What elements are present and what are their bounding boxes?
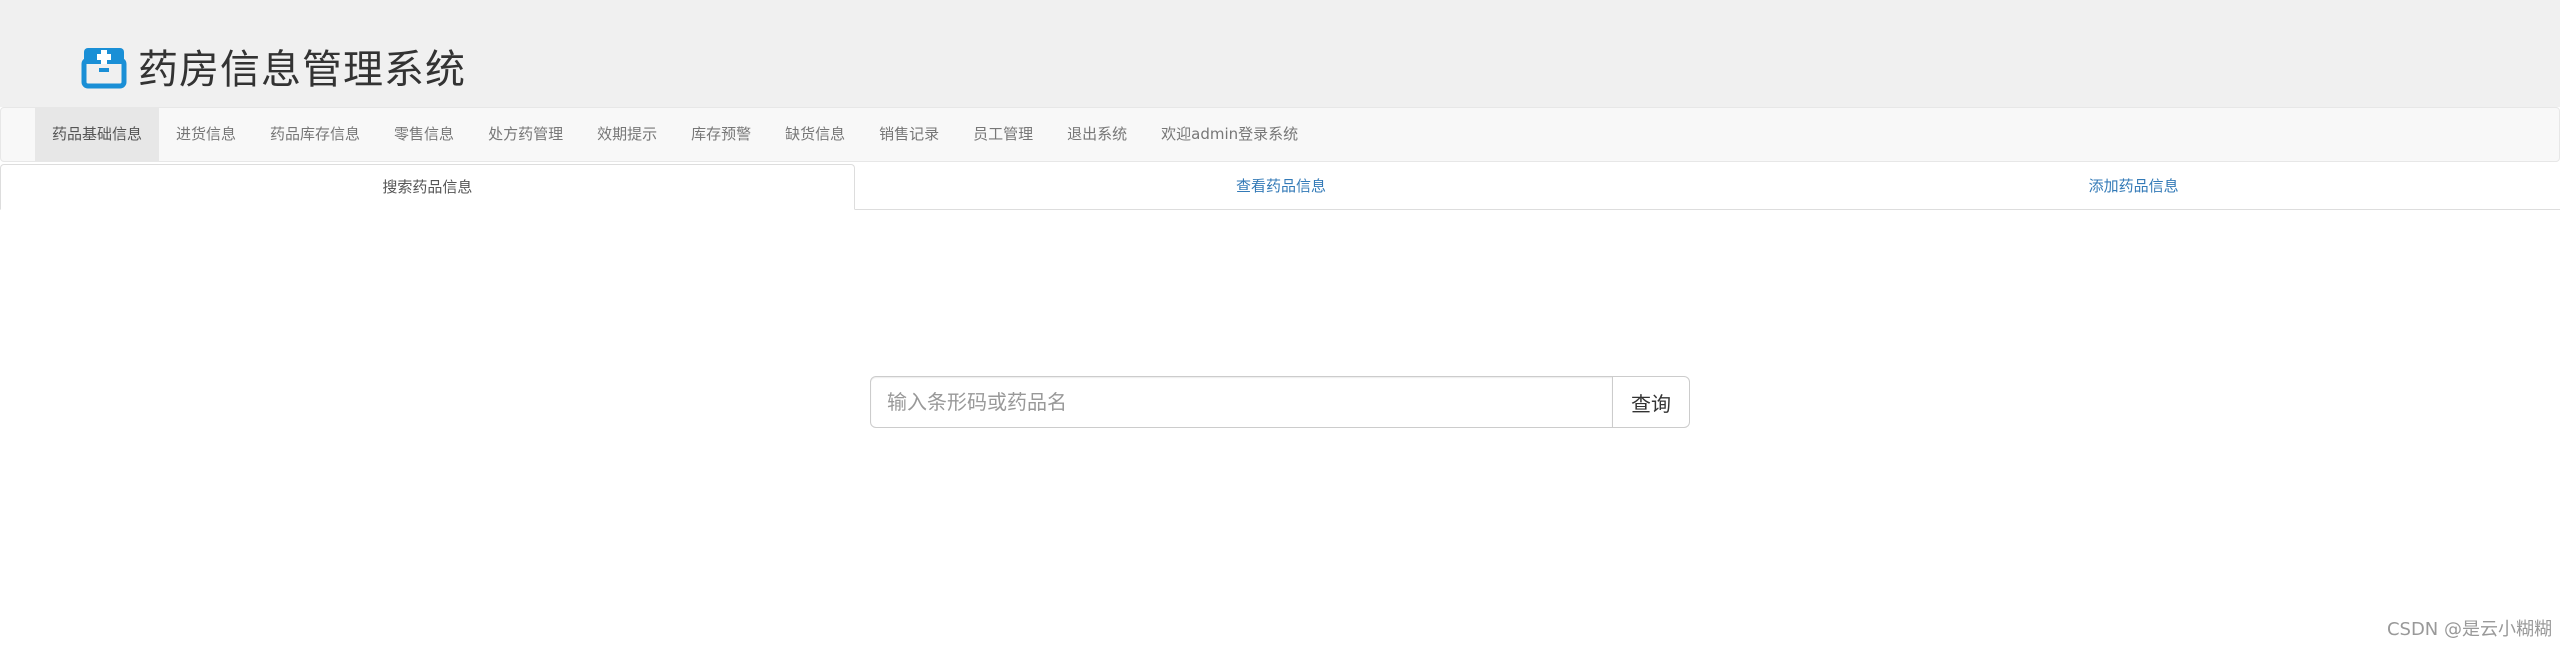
tab-bar: 搜索药品信息 查看药品信息 添加药品信息 (0, 164, 2560, 210)
nav-item-retail-info[interactable]: 零售信息 (377, 108, 471, 161)
nav-item-sales-records[interactable]: 销售记录 (862, 108, 956, 161)
search-input[interactable] (870, 376, 1613, 428)
nav-item-drug-basic-info[interactable]: 药品基础信息 (35, 108, 160, 161)
nav-item-drug-stock-info[interactable]: 药品库存信息 (253, 108, 377, 161)
brand[interactable]: 药房信息管理系统 (80, 40, 466, 93)
nav-item-expiry-reminder[interactable]: 效期提示 (580, 108, 674, 161)
top-navbar: 药品基础信息 进货信息 药品库存信息 零售信息 处方药管理 效期提示 库存预警 … (0, 107, 2560, 162)
nav-item-logout[interactable]: 退出系统 (1050, 108, 1144, 161)
nav-item-stock-warning[interactable]: 库存预警 (674, 108, 768, 161)
watermark: CSDN @是云小糊糊 (2386, 619, 2552, 640)
nav-menu: 药品基础信息 进货信息 药品库存信息 零售信息 处方药管理 效期提示 库存预警 … (35, 108, 1315, 161)
nav-item-purchase-info[interactable]: 进货信息 (159, 108, 253, 161)
nav-item-staff-management[interactable]: 员工管理 (956, 108, 1050, 161)
search-form: 查询 (870, 376, 1690, 428)
search-button[interactable]: 查询 (1613, 376, 1690, 428)
medicine-box-icon (81, 48, 127, 89)
tab-add-drug[interactable]: 添加药品信息 (1707, 164, 2560, 209)
tab-search-drug[interactable]: 搜索药品信息 (0, 164, 855, 210)
nav-item-out-of-stock-info[interactable]: 缺货信息 (768, 108, 862, 161)
nav-item-welcome-user[interactable]: 欢迎admin登录系统 (1144, 108, 1315, 161)
tab-view-drug[interactable]: 查看药品信息 (855, 164, 1708, 209)
page-header: 药房信息管理系统 (0, 0, 2560, 107)
nav-item-prescription-management[interactable]: 处方药管理 (471, 108, 580, 161)
app-title: 药房信息管理系统 (138, 47, 466, 93)
